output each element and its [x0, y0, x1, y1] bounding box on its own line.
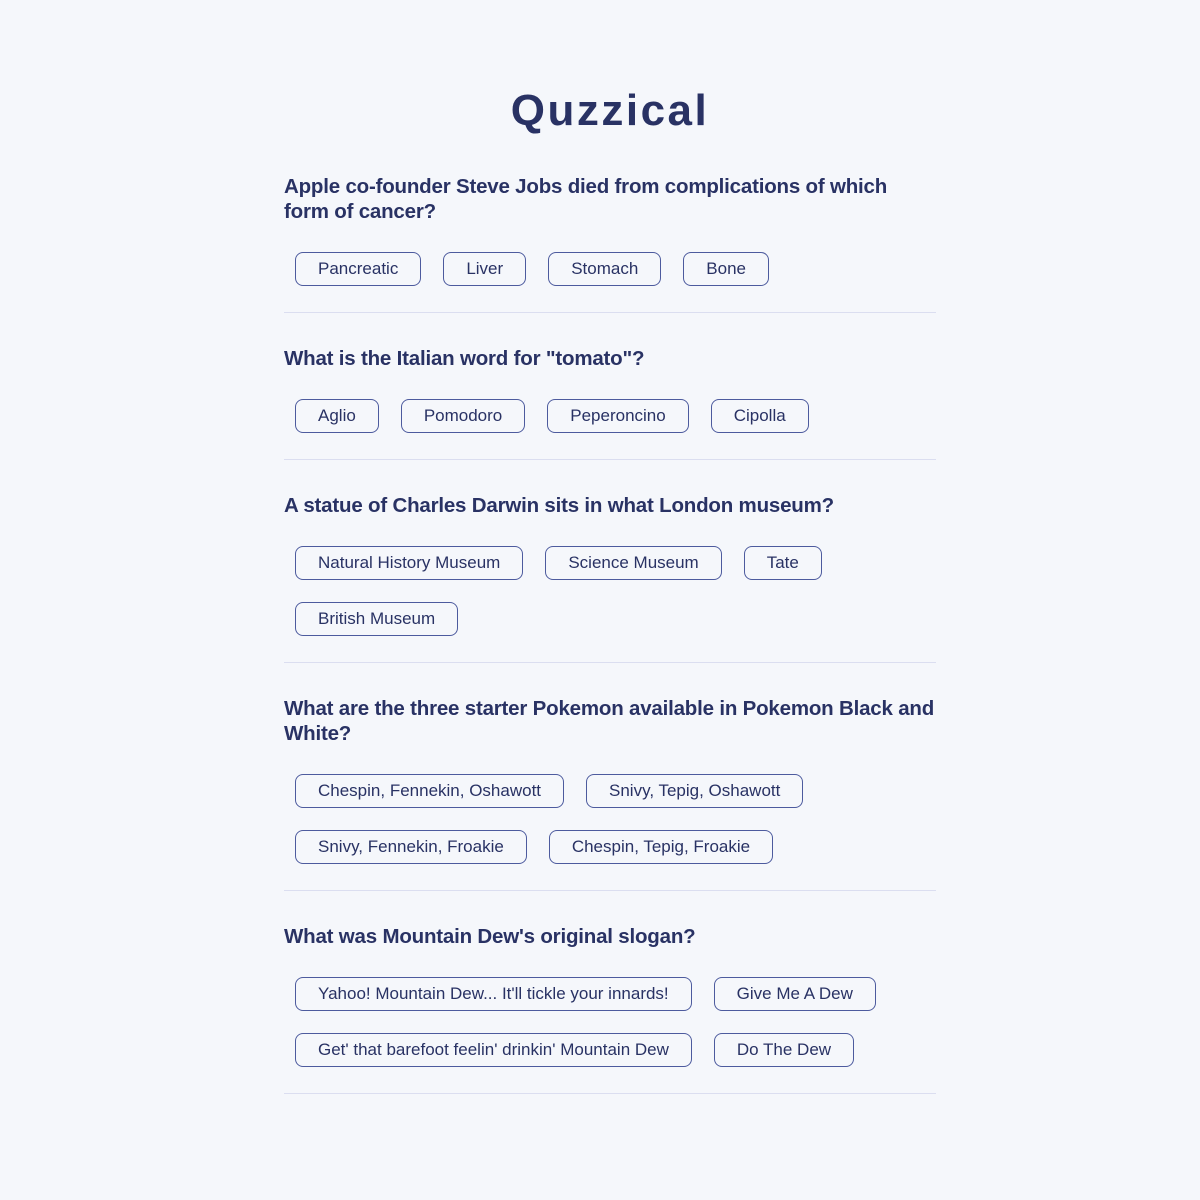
question-block: What was Mountain Dew's original slogan?…	[284, 924, 936, 1094]
question-text: Apple co-founder Steve Jobs died from co…	[284, 175, 888, 223]
answer-options: Natural History Museum Science Museum Ta…	[284, 546, 936, 636]
answer-options: Aglio Pomodoro Peperoncino Cipolla	[284, 399, 936, 433]
answer-option[interactable]: Aglio	[295, 399, 379, 433]
answer-option[interactable]: Pancreatic	[295, 252, 422, 286]
answer-option[interactable]: Pomodoro	[400, 399, 526, 433]
question-block: A statue of Charles Darwin sits in what …	[284, 493, 936, 663]
question-text: What are the three starter Pokemon avail…	[284, 697, 935, 745]
answer-option[interactable]: Do The Dew	[713, 1033, 855, 1067]
answer-options: Pancreatic Liver Stomach Bone	[284, 252, 936, 286]
answer-option[interactable]: Snivy, Fennekin, Froakie	[295, 830, 527, 864]
answer-option[interactable]: Bone	[683, 252, 769, 286]
answer-option[interactable]: Yahoo! Mountain Dew... It'll tickle your…	[295, 977, 692, 1011]
answer-options: Yahoo! Mountain Dew... It'll tickle your…	[284, 977, 936, 1067]
answer-option[interactable]: Tate	[743, 546, 822, 580]
question-text: What was Mountain Dew's original slogan?	[284, 925, 696, 948]
answer-option[interactable]: Snivy, Tepig, Oshawott	[586, 774, 804, 808]
answer-option[interactable]: Peperoncino	[547, 399, 689, 433]
answer-options: Chespin, Fennekin, Oshawott Snivy, Tepig…	[284, 774, 936, 864]
answer-option[interactable]: Liver	[443, 252, 527, 286]
answer-option[interactable]: Natural History Museum	[295, 546, 524, 580]
question-text: What is the Italian word for "tomato"?	[284, 347, 645, 370]
question-block: What is the Italian word for "tomato"? A…	[284, 346, 936, 460]
answer-option[interactable]: Chespin, Fennekin, Oshawott	[295, 774, 565, 808]
answer-option[interactable]: Give Me A Dew	[713, 977, 876, 1011]
question-text: A statue of Charles Darwin sits in what …	[284, 494, 834, 517]
question-block: What are the three starter Pokemon avail…	[284, 696, 936, 891]
answer-option[interactable]: Stomach	[548, 252, 662, 286]
quiz-app: Quzzical Apple co-founder Steve Jobs die…	[284, 0, 936, 1094]
app-title: Quzzical	[510, 86, 710, 135]
answer-option[interactable]: Get' that barefoot feelin' drinkin' Moun…	[295, 1033, 692, 1067]
answer-option[interactable]: Chespin, Tepig, Froakie	[548, 830, 774, 864]
question-block: Apple co-founder Steve Jobs died from co…	[284, 174, 936, 313]
answer-option[interactable]: British Museum	[295, 602, 459, 636]
answer-option[interactable]: Cipolla	[710, 399, 809, 433]
answer-option[interactable]: Science Museum	[545, 546, 722, 580]
